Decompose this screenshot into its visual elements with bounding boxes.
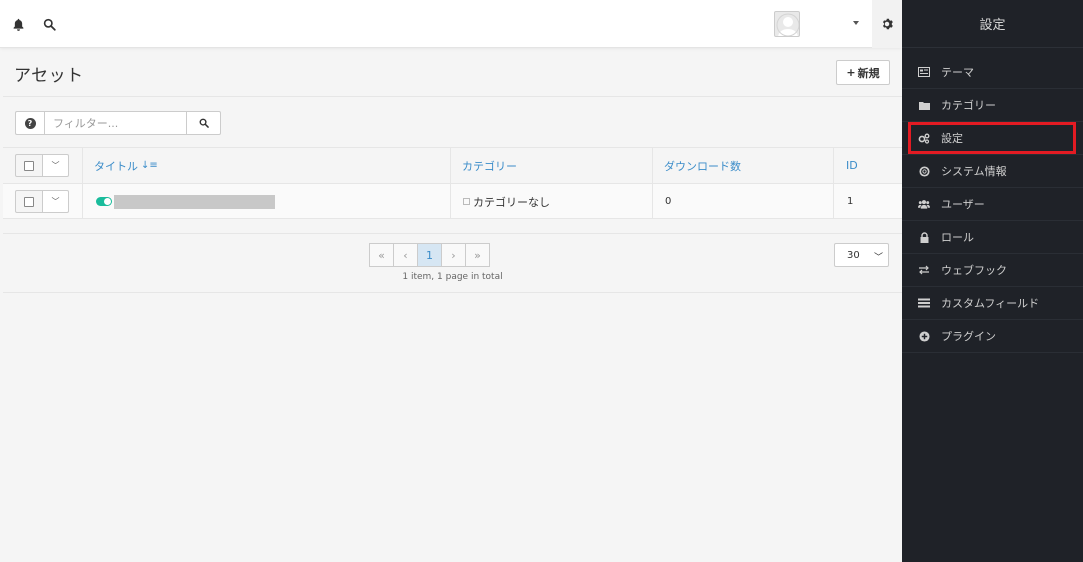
select-all-checkbox[interactable]: [15, 154, 43, 177]
question-icon: ?: [24, 117, 36, 129]
per-page-value: 30: [847, 249, 860, 261]
gear-icon: [882, 18, 893, 30]
sidebar-item-theme[interactable]: テーマ: [902, 56, 1083, 89]
sidebar-item-users[interactable]: ユーザー: [902, 188, 1083, 221]
plus-icon: +: [846, 66, 856, 79]
lock-icon: [918, 231, 930, 243]
id-value: 1: [847, 196, 854, 207]
filter-group: ?: [15, 111, 221, 135]
search-icon: [199, 118, 209, 128]
select-all-group: ﹀: [15, 154, 69, 177]
user-menu-caret-icon[interactable]: [853, 21, 859, 25]
filter-input[interactable]: [44, 111, 187, 135]
category-value: カテゴリーなし: [473, 195, 550, 209]
filter-help-button[interactable]: ?: [15, 111, 44, 135]
theme-icon: [918, 66, 930, 78]
last-page-button[interactable]: »: [465, 243, 490, 267]
sidebar-item-label: ロール: [941, 231, 974, 244]
plus-circle-icon: [918, 330, 930, 342]
sidebar-item-label: プラグイン: [941, 330, 996, 343]
folder-icon: [918, 99, 930, 111]
exchange-icon: [918, 264, 930, 276]
top-bar: [0, 0, 902, 48]
pagination-area: « ‹ 1 › » 1 item, 1 page in total 30 ﹀: [3, 233, 902, 293]
sidebar-item-label: ウェブフック: [941, 264, 1007, 277]
row-select-group: ﹀: [15, 190, 69, 213]
downloads-value: 0: [665, 196, 672, 207]
highlight-box: [908, 122, 1076, 154]
life-ring-icon: [918, 165, 930, 177]
main-empty-area: [3, 294, 902, 562]
sidebar-item-roles[interactable]: ロール: [902, 221, 1083, 254]
chevron-down-icon: ﹀: [873, 253, 883, 263]
category-color-icon: [463, 198, 470, 205]
pagination: « ‹ 1 › »: [369, 243, 490, 267]
sidebar-item-label: カスタムフィールド: [941, 297, 1040, 310]
sidebar-item-label: ユーザー: [941, 198, 985, 211]
settings-button[interactable]: [872, 0, 902, 48]
bell-icon[interactable]: [10, 16, 26, 32]
sidebar-item-label: カテゴリー: [941, 99, 996, 112]
avatar[interactable]: [774, 11, 800, 37]
list-icon: [918, 297, 930, 309]
search-icon[interactable]: [41, 16, 57, 32]
first-page-button[interactable]: «: [369, 243, 394, 267]
assets-table: ﹀ タイトル ↓≡ カテゴリー ダウンロード数 ID ﹀ カテゴリーなし 0 1: [3, 147, 902, 219]
sidebar-item-label: テーマ: [941, 66, 974, 79]
column-category[interactable]: カテゴリー: [462, 148, 517, 183]
divider: [3, 96, 902, 97]
settings-sidebar: 設定 テーマ カテゴリー 設定 システム情報 ユーザー ロール ウェブフック カ…: [902, 0, 1083, 562]
new-button-label: 新規: [857, 66, 880, 80]
table-row[interactable]: ﹀ カテゴリーなし 0 1: [3, 183, 902, 219]
sidebar-item-plugins[interactable]: プラグイン: [902, 320, 1083, 353]
page-title: アセット: [14, 66, 84, 86]
column-title[interactable]: タイトル ↓≡: [94, 148, 158, 183]
new-asset-button[interactable]: + 新規: [836, 60, 890, 85]
column-id[interactable]: ID: [846, 148, 858, 183]
published-toggle[interactable]: [96, 197, 112, 206]
row-checkbox[interactable]: [15, 190, 43, 213]
column-title-label: タイトル: [94, 159, 138, 173]
bulk-actions-dropdown[interactable]: ﹀: [43, 154, 69, 177]
row-actions-dropdown[interactable]: ﹀: [43, 190, 69, 213]
per-page-select[interactable]: 30 ﹀: [834, 243, 889, 267]
sidebar-item-categories[interactable]: カテゴリー: [902, 89, 1083, 122]
pagination-info: 1 item, 1 page in total: [402, 272, 503, 282]
sidebar-item-webhooks[interactable]: ウェブフック: [902, 254, 1083, 287]
next-page-button[interactable]: ›: [441, 243, 466, 267]
filter-search-button[interactable]: [187, 111, 221, 135]
sidebar-item-custom-fields[interactable]: カスタムフィールド: [902, 287, 1083, 320]
sort-icon: ↓≡: [141, 160, 158, 171]
sidebar-title: 設定: [902, 0, 1083, 48]
title-cell: [96, 184, 275, 219]
page-1-button[interactable]: 1: [417, 243, 442, 267]
prev-page-button[interactable]: ‹: [393, 243, 418, 267]
table-header-row: ﹀ タイトル ↓≡ カテゴリー ダウンロード数 ID: [3, 147, 902, 183]
asset-title-redacted[interactable]: [114, 194, 275, 209]
category-cell: カテゴリーなし: [463, 184, 550, 219]
sidebar-item-system-info[interactable]: システム情報: [902, 155, 1083, 188]
column-downloads[interactable]: ダウンロード数: [664, 148, 741, 183]
sidebar-item-label: システム情報: [941, 165, 1007, 178]
users-icon: [918, 198, 930, 210]
